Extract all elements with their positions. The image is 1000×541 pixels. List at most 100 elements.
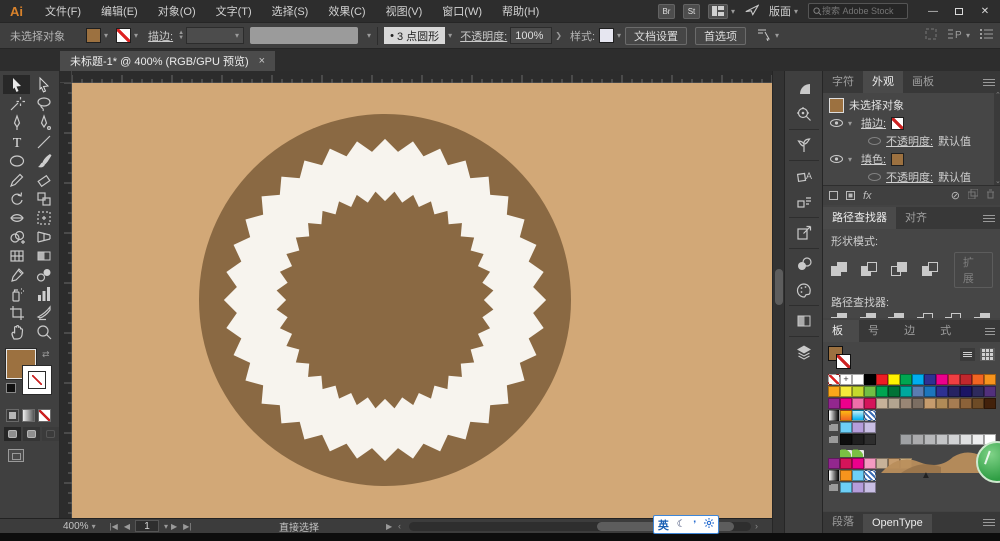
swatch-ef3e42[interactable]: [948, 374, 960, 385]
swatch-d1d2d4[interactable]: [948, 434, 960, 445]
zoom-level-dropdown[interactable]: 400% ▾: [63, 521, 96, 532]
swatch-grad-bw[interactable]: [828, 410, 840, 421]
artboard[interactable]: [72, 83, 772, 518]
column-graph-tool[interactable]: [30, 284, 57, 303]
minus-front-button[interactable]: [861, 262, 882, 278]
perspective-grid-tool[interactable]: [30, 227, 57, 246]
swatch-92278f[interactable]: [828, 398, 840, 409]
menu-item-7[interactable]: 窗口(W): [432, 3, 492, 19]
status-expand-icon[interactable]: ▶: [386, 522, 392, 531]
swatch-b59ddb[interactable]: [852, 422, 864, 433]
swatch-00aeef[interactable]: [912, 374, 924, 385]
visibility-eye-icon[interactable]: [867, 173, 881, 181]
intersect-button[interactable]: [891, 262, 912, 278]
minus-back-button[interactable]: [974, 313, 994, 318]
default-fill-stroke-icon[interactable]: [6, 383, 16, 393]
appearance-tab-字符[interactable]: 字符: [823, 71, 863, 93]
stroke-opacity-row[interactable]: 不透明度: 默认值: [829, 132, 1000, 150]
menu-item-6[interactable]: 视图(V): [376, 3, 433, 19]
swatch-00a651[interactable]: [876, 386, 888, 397]
mesh-tool[interactable]: [3, 246, 30, 265]
magic-wand-tool[interactable]: [3, 94, 30, 113]
clear-appearance-icon[interactable]: ⊘: [951, 189, 960, 202]
swatch-none[interactable]: [828, 374, 840, 385]
symbol-plant-icon[interactable]: [789, 132, 819, 158]
vertical-scrollbar-thumb[interactable]: [775, 269, 783, 305]
menu-item-2[interactable]: 对象(O): [148, 3, 206, 19]
scale-tool[interactable]: [30, 189, 57, 208]
swatch-998675[interactable]: [900, 398, 912, 409]
opacity-label[interactable]: 不透明度:: [886, 169, 933, 185]
swatch-b08b57[interactable]: [936, 398, 948, 409]
slice-tool[interactable]: [30, 303, 57, 322]
next-artboard-icon[interactable]: ▶: [171, 522, 177, 531]
swatch-9fa1a4[interactable]: [900, 434, 912, 445]
gradient-tool[interactable]: [30, 246, 57, 265]
stock-button[interactable]: St: [683, 4, 700, 19]
swatch-6dcff6[interactable]: [840, 422, 852, 433]
search-input[interactable]: [822, 6, 902, 16]
first-artboard-icon[interactable]: |◀: [110, 522, 118, 531]
swatch-6d4b26[interactable]: [972, 398, 984, 409]
opacity-label[interactable]: 不透明度:: [886, 133, 933, 149]
free-transform-tool[interactable]: [30, 208, 57, 227]
swatch-hill[interactable]: [852, 446, 864, 457]
fill-row[interactable]: ▾ 填色:: [829, 150, 1000, 168]
swatch-f49ac1[interactable]: [864, 458, 876, 469]
node-search-icon[interactable]: [789, 101, 819, 127]
stroke-weight-stepper[interactable]: ▲▼: [178, 31, 184, 41]
swatch-42210b[interactable]: [984, 398, 996, 409]
type-tool[interactable]: T: [3, 132, 30, 151]
swatch-ec008c[interactable]: [936, 374, 948, 385]
zoom-tool[interactable]: [30, 322, 57, 341]
swatch-ec008c[interactable]: [840, 398, 852, 409]
swatch-b3a590[interactable]: [888, 398, 900, 409]
color-guide-icon[interactable]: [789, 277, 819, 303]
unite-button[interactable]: [831, 262, 852, 278]
opacity-value[interactable]: 100%: [510, 27, 552, 44]
bridge-button[interactable]: Br: [658, 4, 675, 19]
fill-color-swatch[interactable]: [86, 28, 101, 43]
swatch-fff200[interactable]: [888, 374, 900, 385]
swatch-92278f[interactable]: [828, 458, 840, 469]
swatches-tab-描边[interactable]: 描边: [895, 320, 931, 342]
moon-icon[interactable]: ☾: [677, 519, 686, 530]
swatch-ec008c[interactable]: [852, 458, 864, 469]
swatch-pattern[interactable]: [864, 410, 876, 421]
swatch-ed1c24[interactable]: [876, 374, 888, 385]
stock-search[interactable]: [808, 3, 908, 19]
draw-behind-button[interactable]: [23, 427, 40, 441]
document-tab[interactable]: 未标题-1* @ 400% (RGB/GPU 预览) ×: [60, 51, 275, 71]
swatch-f5eb3b[interactable]: [840, 386, 852, 397]
swatch-6dcff6[interactable]: [840, 482, 852, 493]
paragraph-tab-OpenType[interactable]: OpenType: [863, 514, 932, 533]
close-button[interactable]: ✕: [974, 3, 996, 19]
swatches-tab-图形样式[interactable]: 图形样式: [931, 320, 985, 342]
color-button[interactable]: [6, 409, 19, 422]
visibility-eye-icon[interactable]: [829, 119, 843, 127]
swatch-6dcff6[interactable]: [852, 470, 864, 481]
prev-artboard-icon[interactable]: ◀: [124, 522, 130, 531]
swatch-folder[interactable]: [828, 422, 840, 433]
symbol-sprayer-tool[interactable]: [3, 284, 30, 303]
duplicate-item-icon[interactable]: [968, 189, 978, 202]
screen-mode-button[interactable]: [8, 449, 24, 462]
pathfinder-tab-对齐[interactable]: 对齐: [896, 207, 936, 229]
menu-item-5[interactable]: 效果(C): [318, 3, 375, 19]
export-icon[interactable]: [789, 220, 819, 246]
swatch-c4c5c7[interactable]: [936, 434, 948, 445]
width-tool[interactable]: [3, 208, 30, 227]
swatch-7c6e62[interactable]: [912, 398, 924, 409]
fill-attr-swatch[interactable]: [891, 153, 904, 166]
swatch-b59ddb[interactable]: [852, 482, 864, 493]
scroll-left-icon[interactable]: ‹: [398, 521, 401, 531]
scroll-right-icon[interactable]: ›: [755, 521, 758, 531]
swatch-f7941d[interactable]: [840, 470, 852, 481]
arrange-docs-icon[interactable]: [925, 28, 937, 43]
appearance-tab-外观[interactable]: 外观: [863, 71, 903, 93]
shapes-icon[interactable]: [789, 251, 819, 277]
blend-tool[interactable]: [30, 265, 57, 284]
panel-list-icon[interactable]: [980, 29, 994, 42]
shape-builder-tool[interactable]: [3, 227, 30, 246]
stroke-proxy[interactable]: [836, 354, 851, 369]
